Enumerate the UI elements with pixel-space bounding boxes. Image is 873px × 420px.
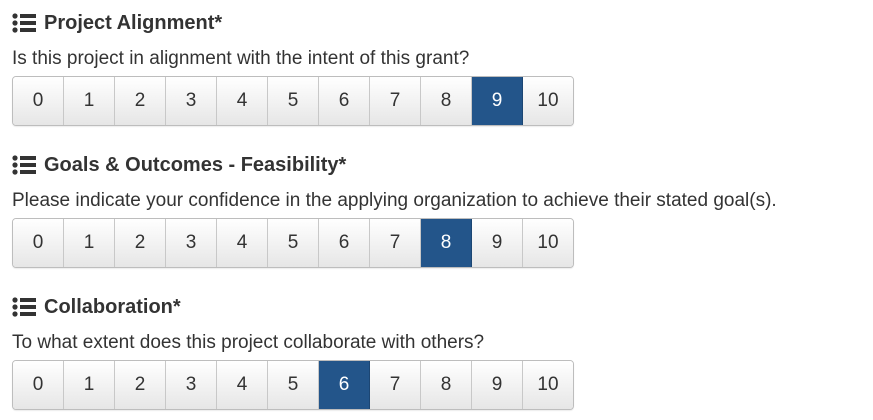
list-icon — [12, 155, 36, 175]
rating-option-3[interactable]: 3 — [166, 361, 217, 409]
rating-option-9[interactable]: 9 — [472, 361, 523, 409]
rating-option-2[interactable]: 2 — [115, 219, 166, 267]
list-icon — [12, 13, 36, 33]
section-question: Please indicate your confidence in the a… — [12, 190, 777, 211]
section-goals-outcomes-feasibility: Goals & Outcomes - Feasibility* Please i… — [12, 152, 777, 268]
rating-option-9[interactable]: 9 — [472, 77, 523, 125]
section-title: Collaboration* — [44, 296, 181, 318]
rating-option-0[interactable]: 0 — [13, 219, 64, 267]
rating-option-4[interactable]: 4 — [217, 361, 268, 409]
list-icon — [12, 297, 36, 317]
section-title: Project Alignment* — [44, 12, 223, 34]
section-question: Is this project in alignment with the in… — [12, 48, 470, 69]
rating-option-0[interactable]: 0 — [13, 361, 64, 409]
rating-scale: 0 1 2 3 4 5 6 7 8 9 10 — [12, 218, 574, 268]
rating-option-7[interactable]: 7 — [370, 219, 421, 267]
rating-option-1[interactable]: 1 — [64, 77, 115, 125]
rating-option-5[interactable]: 5 — [268, 361, 319, 409]
rating-option-4[interactable]: 4 — [217, 77, 268, 125]
rating-option-6[interactable]: 6 — [319, 77, 370, 125]
rating-option-0[interactable]: 0 — [13, 77, 64, 125]
section-question: To what extent does this project collabo… — [12, 332, 485, 353]
rating-option-10[interactable]: 10 — [523, 219, 573, 267]
rating-option-9[interactable]: 9 — [472, 219, 523, 267]
rating-option-1[interactable]: 1 — [64, 219, 115, 267]
rating-option-7[interactable]: 7 — [370, 77, 421, 125]
rating-option-6[interactable]: 6 — [319, 361, 370, 409]
rating-option-10[interactable]: 10 — [523, 361, 573, 409]
rating-option-4[interactable]: 4 — [217, 219, 268, 267]
rating-option-3[interactable]: 3 — [166, 77, 217, 125]
rating-option-8[interactable]: 8 — [421, 219, 472, 267]
section-project-alignment: Project Alignment* Is this project in al… — [12, 10, 574, 126]
section-collaboration: Collaboration* To what extent does this … — [12, 294, 574, 410]
rating-option-5[interactable]: 5 — [268, 219, 319, 267]
section-title: Goals & Outcomes - Feasibility* — [44, 154, 347, 176]
rating-option-10[interactable]: 10 — [523, 77, 573, 125]
section-header: Goals & Outcomes - Feasibility* — [12, 152, 777, 178]
rating-option-1[interactable]: 1 — [64, 361, 115, 409]
rating-option-6[interactable]: 6 — [319, 219, 370, 267]
rating-option-8[interactable]: 8 — [421, 361, 472, 409]
rating-option-7[interactable]: 7 — [370, 361, 421, 409]
section-header: Collaboration* — [12, 294, 484, 320]
rating-option-8[interactable]: 8 — [421, 77, 472, 125]
rating-scale: 0 1 2 3 4 5 6 7 8 9 10 — [12, 76, 574, 126]
rating-option-2[interactable]: 2 — [115, 77, 166, 125]
rating-option-5[interactable]: 5 — [268, 77, 319, 125]
rating-option-2[interactable]: 2 — [115, 361, 166, 409]
section-header: Project Alignment* — [12, 10, 469, 36]
rating-scale: 0 1 2 3 4 5 6 7 8 9 10 — [12, 360, 574, 410]
rating-option-3[interactable]: 3 — [166, 219, 217, 267]
